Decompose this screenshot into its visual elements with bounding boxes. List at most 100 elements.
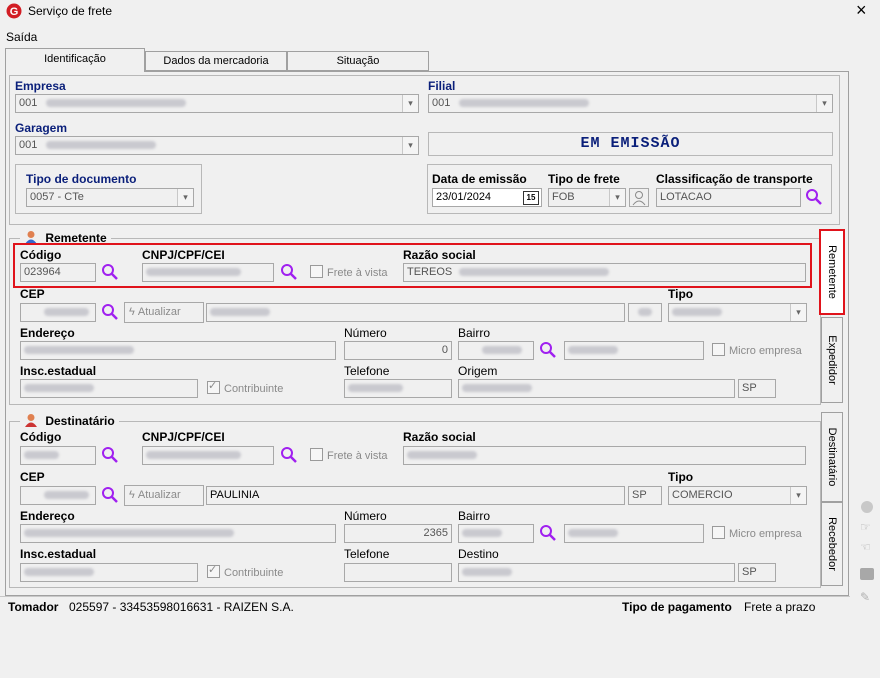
hand-pointer-icon[interactable]: ☞ [860,520,871,534]
dest-destino-uf-field[interactable]: SP [738,563,776,582]
rem-micro-empresa-checkbox[interactable]: Micro empresa [712,343,802,357]
rem-codigo-label: Código [20,248,62,262]
classificacao-field[interactable]: LOTACAO [656,188,801,207]
dest-numero-field[interactable]: 2365 [344,524,452,543]
hand-back-icon[interactable]: ☜ [860,540,871,554]
empresa-select[interactable]: 001 [15,94,419,113]
tomador-value: 025597 - 33453598016631 - RAIZEN S.A. [69,600,294,614]
rem-razao-value: TEREOS [407,266,453,278]
menu-saida[interactable]: Saída [6,30,37,44]
dest-bairro-field[interactable] [458,524,534,543]
status-box: EM EMISSÃO [428,132,833,156]
tab-dados-mercadoria[interactable]: Dados da mercadoria [145,51,287,71]
search-icon[interactable] [101,486,119,504]
chevron-down-icon[interactable]: ▾ [609,189,625,206]
chevron-down-icon[interactable]: ▾ [402,95,418,112]
rem-bairro-name-field[interactable] [564,341,704,360]
rem-bairro-label: Bairro [458,326,491,340]
search-icon[interactable] [101,303,119,321]
tipo-frete-label: Tipo de frete [548,172,620,186]
dest-contribuinte-checkbox[interactable]: Contribuinte [207,563,283,579]
tab-identificacao[interactable]: Identificação [5,48,145,72]
side-tab-remetente[interactable]: Remetente [819,229,845,315]
rem-codigo-field[interactable]: 023964 [20,263,96,282]
dest-codigo-field[interactable] [20,446,96,465]
rem-insc-field[interactable] [20,379,198,398]
tipo-frete-value: FOB [552,191,575,203]
dest-insc-label: Insc.estadual [20,547,97,561]
rem-insc-label: Insc.estadual [20,364,97,378]
search-icon[interactable] [101,446,119,464]
rem-origem-field[interactable] [458,379,735,398]
rem-cnpj-field[interactable] [142,263,274,282]
filial-name-redacted [459,99,590,108]
dest-uf-field[interactable]: SP [628,486,662,505]
tipo-documento-select[interactable]: 0057 - CTe [26,188,194,207]
rem-telefone-field[interactable] [344,379,452,398]
rem-bairro-field[interactable] [458,341,534,360]
chevron-down-icon[interactable]: ▾ [402,137,418,154]
dest-cidade-value: PAULINIA [210,489,260,501]
chevron-down-icon[interactable]: ▾ [177,189,193,206]
rem-uf-field[interactable] [628,303,662,322]
tab-label: Dados da mercadoria [163,55,269,67]
side-tab-destinatario[interactable]: Destinatário [821,412,843,502]
dest-codigo-label: Código [20,430,62,444]
dest-cep-label: CEP [20,470,45,484]
search-icon[interactable] [539,524,557,542]
person-icon[interactable] [629,188,649,207]
side-tab-expedidor[interactable]: Expedidor [821,317,843,403]
edit-icon[interactable]: ✎ [860,590,870,604]
truck-icon[interactable] [860,568,874,580]
classificacao-label: Classificação de transporte [656,172,813,186]
calendar-icon[interactable]: 15 [523,191,539,205]
window-title: Serviço de frete [28,4,113,18]
search-icon[interactable] [280,446,298,464]
rem-cep-field[interactable] [20,303,96,322]
tab-situacao[interactable]: Situação [287,51,429,71]
rem-contribuinte-checkbox[interactable]: Contribuinte [207,379,283,395]
rem-numero-field[interactable]: 0 [344,341,452,360]
rem-frete-vista-checkbox[interactable]: Frete à vista [310,265,388,279]
dest-destino-label: Destino [458,547,499,561]
dest-razao-field[interactable] [403,446,806,465]
dest-bairro-name-field[interactable] [564,524,704,543]
rem-telefone-label: Telefone [344,364,390,378]
rem-numero-value: 0 [441,344,448,356]
rem-origem-uf-field[interactable]: SP [738,379,776,398]
dest-tipo-select[interactable]: COMERCIO [668,486,807,505]
dest-cnpj-label: CNPJ/CPF/CEI [142,430,225,444]
dest-insc-field[interactable] [20,563,198,582]
side-tab-recebedor[interactable]: Recebedor [821,502,843,586]
rem-atualizar-button[interactable]: ϟ Atualizar [124,302,204,323]
garagem-select[interactable]: 001 [15,136,419,155]
rem-codigo-value: 023964 [24,266,61,278]
dest-endereco-field[interactable] [20,524,336,543]
rem-tipo-select[interactable] [668,303,807,322]
filial-label: Filial [428,79,456,93]
chevron-down-icon[interactable]: ▾ [816,95,832,112]
close-button[interactable]: × [856,0,867,21]
empresa-code: 001 [19,97,38,109]
search-icon[interactable] [101,263,119,281]
dest-destino-field[interactable] [458,563,735,582]
dest-cnpj-field[interactable] [142,446,274,465]
destinatario-label: Destinatário [45,414,115,428]
calendar-day: 15 [526,193,536,202]
dest-cidade-field[interactable]: PAULINIA [206,486,625,505]
dest-frete-vista-checkbox[interactable]: Frete à vista [310,448,388,462]
chevron-down-icon[interactable]: ▾ [790,487,806,504]
dest-cep-field[interactable] [20,486,96,505]
search-icon[interactable] [539,341,557,359]
circle-icon[interactable] [861,501,873,513]
dest-micro-empresa-checkbox[interactable]: Micro empresa [712,526,802,540]
rem-endereco-field[interactable] [20,341,336,360]
filial-select[interactable]: 001 [428,94,833,113]
search-icon[interactable] [280,263,298,281]
dest-atualizar-button[interactable]: ϟ Atualizar [124,485,204,506]
rem-razao-field[interactable]: TEREOS [403,263,806,282]
search-icon[interactable] [805,188,823,206]
rem-cidade-field[interactable] [206,303,625,322]
dest-telefone-field[interactable] [344,563,452,582]
chevron-down-icon[interactable]: ▾ [790,304,806,321]
